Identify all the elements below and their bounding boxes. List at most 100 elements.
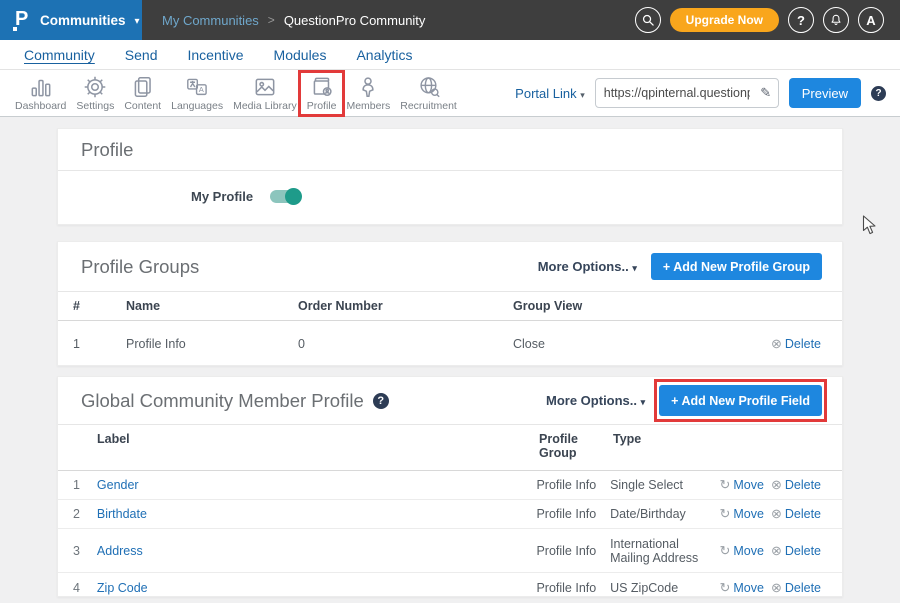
globe-search-icon [416, 74, 442, 100]
delete-link[interactable]: Delete [785, 544, 821, 558]
col-name: Name [126, 299, 298, 313]
portal-url-input[interactable] [596, 86, 754, 100]
field-group: Profile Info [536, 507, 610, 521]
groups-more-options-dropdown[interactable]: More Options.. ▾ [538, 259, 637, 274]
gear-icon [82, 74, 108, 100]
field-label: Birthdate [97, 507, 537, 521]
toolbar-label: Recruitment [400, 100, 457, 112]
profile-groups-title: Profile Groups [81, 256, 199, 278]
move-link[interactable]: Move [733, 544, 764, 558]
delete-link[interactable]: Delete [785, 581, 821, 595]
toolbar-item-dashboard[interactable]: Dashboard [10, 73, 71, 113]
breadcrumb: My Communities > QuestionPro Community [162, 13, 425, 28]
more-options-label: More Options.. [546, 393, 637, 408]
avatar[interactable]: A [858, 7, 884, 33]
field-label: Address [97, 544, 537, 558]
table-row: 1 Profile Info 0 Close ⊗Delete [58, 321, 842, 366]
toolbar-item-members[interactable]: Members [341, 73, 395, 113]
toolbar-item-content[interactable]: Content [119, 73, 166, 113]
field-label: Gender [97, 478, 537, 492]
move-link[interactable]: Move [733, 581, 764, 595]
breadcrumb-my-communities[interactable]: My Communities [162, 13, 259, 28]
row-actions: ↻Move⊗Delete [719, 580, 827, 596]
portal-link-label: Portal Link [515, 86, 576, 101]
portal-url-group: ✎ [595, 78, 779, 108]
main-nav: Community Send Incentive Modules Analyti… [0, 40, 900, 70]
group-view: Close [513, 337, 707, 351]
col-profile-group: Profile Group [539, 432, 613, 460]
profile-groups-card: Profile Groups More Options.. ▾ + Add Ne… [57, 241, 843, 366]
move-link[interactable]: Move [733, 507, 764, 521]
help-button[interactable]: ? [788, 7, 814, 33]
notifications-button[interactable] [823, 7, 849, 33]
group-order: 0 [298, 337, 513, 351]
edit-url-button[interactable]: ✎ [754, 79, 778, 107]
field-group: Profile Info [536, 581, 610, 595]
move-link[interactable]: Move [733, 478, 764, 492]
col-order-number: Order Number [298, 299, 513, 313]
tab-modules[interactable]: Modules [274, 47, 327, 63]
toolbar-item-recruitment[interactable]: Recruitment [395, 73, 462, 113]
row-num: 1 [73, 337, 126, 351]
chevron-down-icon: ▾ [135, 16, 140, 27]
groups-table-header: # Name Order Number Group View [58, 292, 842, 321]
add-new-profile-group-button[interactable]: + Add New Profile Group [651, 253, 822, 280]
move-icon: ↻ [719, 477, 730, 492]
tab-analytics[interactable]: Analytics [356, 47, 412, 63]
field-link[interactable]: Zip Code [97, 581, 148, 595]
row-actions: ⊗Delete [707, 336, 827, 352]
svg-text:A: A [199, 85, 205, 94]
table-row: 4 Zip Code Profile Info US ZipCode ↻Move… [58, 573, 842, 603]
upgrade-now-button[interactable]: Upgrade Now [670, 8, 779, 32]
profile-groups-header: Profile Groups More Options.. ▾ + Add Ne… [58, 242, 842, 292]
pencil-icon: ✎ [760, 85, 771, 101]
profile-card: Profile My Profile [57, 128, 843, 225]
page: { "colors": { "brand_blue": "#1d72b4", "… [0, 0, 900, 596]
my-profile-toggle[interactable] [270, 190, 300, 203]
toolbar-item-settings[interactable]: Settings [71, 73, 119, 113]
toggle-knob [285, 188, 302, 205]
delete-link[interactable]: Delete [785, 337, 821, 351]
member-more-options-dropdown[interactable]: More Options.. ▾ [546, 393, 645, 408]
product-switcher[interactable]: P Communities ▾ [0, 0, 142, 40]
toolbar-item-profile[interactable]: Profile [302, 73, 342, 113]
top-navbar: P Communities ▾ My Communities > Questio… [0, 0, 900, 40]
delete-link[interactable]: Delete [785, 478, 821, 492]
preview-button[interactable]: Preview [789, 78, 861, 108]
delete-link[interactable]: Delete [785, 507, 821, 521]
translate-icon: A [184, 74, 210, 100]
circle-x-icon: ⊗ [771, 477, 782, 492]
col-type: Type [613, 432, 723, 446]
col-label: Label [97, 432, 539, 446]
mouse-cursor [862, 215, 878, 236]
toolbar-label: Media Library [233, 100, 297, 112]
breadcrumb-separator: > [268, 13, 275, 27]
community-toolbar: Dashboard Settings Content A Languages M… [0, 70, 900, 117]
bar-chart-icon [28, 74, 54, 100]
field-link[interactable]: Address [97, 544, 143, 558]
toolbar-label: Profile [307, 100, 337, 112]
add-group-label: Add New Profile Group [673, 260, 810, 274]
field-link[interactable]: Birthdate [97, 507, 147, 521]
field-type: Date/Birthday [610, 507, 719, 521]
row-num: 1 [73, 478, 97, 492]
member-profile-header: Global Community Member Profile ? More O… [58, 377, 842, 425]
tab-incentive[interactable]: Incentive [188, 47, 244, 63]
tab-send[interactable]: Send [125, 47, 158, 63]
toolbar-label: Members [346, 100, 390, 112]
add-new-profile-field-button[interactable]: + Add New Profile Field [659, 385, 822, 416]
portal-help-icon[interactable]: ? [871, 86, 886, 101]
tab-community[interactable]: Community [24, 47, 95, 63]
more-options-label: More Options.. [538, 259, 629, 274]
bell-icon [829, 13, 843, 27]
member-profile-help-icon[interactable]: ? [373, 393, 389, 409]
brand-label: Communities [40, 13, 126, 28]
breadcrumb-current: QuestionPro Community [284, 13, 426, 28]
move-icon: ↻ [719, 543, 730, 558]
move-icon: ↻ [719, 580, 730, 595]
toolbar-item-media-library[interactable]: Media Library [228, 73, 302, 113]
toolbar-item-languages[interactable]: A Languages [166, 73, 228, 113]
field-link[interactable]: Gender [97, 478, 139, 492]
search-button[interactable] [635, 7, 661, 33]
portal-link-dropdown[interactable]: Portal Link ▾ [515, 86, 585, 101]
